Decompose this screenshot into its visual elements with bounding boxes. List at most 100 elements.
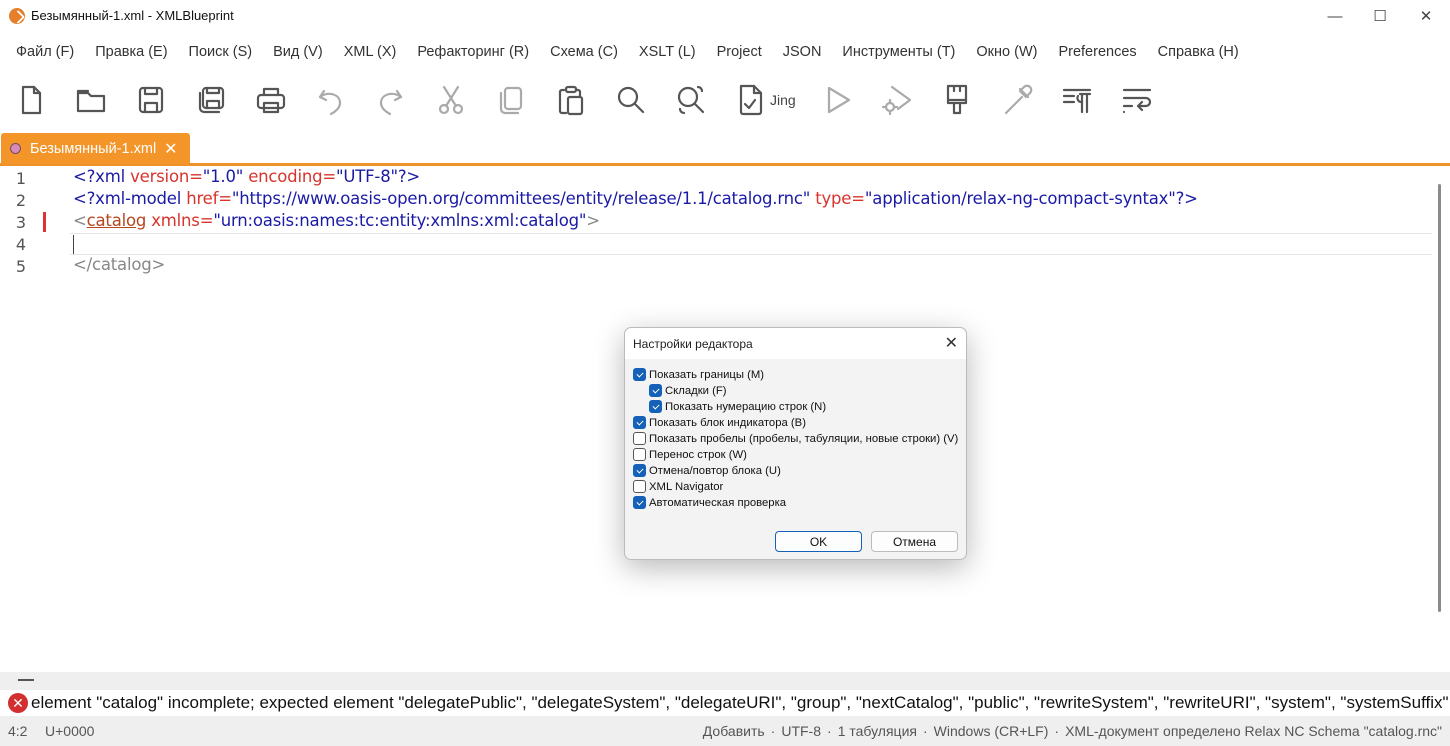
menu-item[interactable]: Рефакторинг (R) <box>409 44 537 60</box>
option-checkbox[interactable]: Показать нумерацию строк (N) <box>649 400 826 413</box>
find-icon[interactable] <box>609 78 653 122</box>
code-line: <catalog xmlns="urn:oasis:names:tc:entit… <box>73 211 600 230</box>
option-checkbox[interactable]: Перенос строк (W) <box>633 448 747 461</box>
menu-item[interactable]: JSON <box>775 44 830 60</box>
menu-item[interactable]: Preferences <box>1050 44 1144 60</box>
menu-item[interactable]: Поиск (S) <box>181 44 261 60</box>
code-token: encoding= <box>248 167 336 186</box>
paste-icon[interactable] <box>549 78 593 122</box>
code-token: xmlns= <box>146 211 214 230</box>
editor-settings-dialog: Настройки редактора ✕ Показать границы (… <box>624 327 967 560</box>
redo-icon[interactable] <box>368 78 412 122</box>
line-number: 5 <box>15 257 27 276</box>
menu-item[interactable]: Окно (W) <box>968 44 1045 60</box>
line-number: 2 <box>15 191 27 210</box>
toolbar <box>0 76 1450 126</box>
open-folder-icon[interactable] <box>69 78 113 122</box>
current-line-highlight <box>70 233 1432 255</box>
validate-icon[interactable] <box>729 78 773 122</box>
close-window-button[interactable]: ✕ <box>1403 2 1449 30</box>
checkbox-icon[interactable] <box>633 496 646 509</box>
checkbox-icon[interactable] <box>649 400 662 413</box>
tab-label: Безымянный-1.xml <box>30 140 157 157</box>
color-picker-icon[interactable] <box>995 78 1039 122</box>
format-brush-icon[interactable] <box>935 78 979 122</box>
option-checkbox[interactable]: Автоматическая проверка <box>633 496 786 509</box>
menu-item[interactable]: Справка (H) <box>1150 44 1247 60</box>
maximize-button[interactable]: ☐ <box>1357 2 1403 30</box>
vertical-scrollbar[interactable] <box>1438 184 1441 612</box>
code-token: type= <box>815 189 865 208</box>
save-all-icon[interactable] <box>189 78 233 122</box>
word-wrap-icon[interactable] <box>1115 78 1159 122</box>
new-file-icon[interactable] <box>9 78 53 122</box>
code-line: <?xml version="1.0" encoding="UTF-8"?> <box>73 167 420 186</box>
code-token: version= <box>130 167 203 186</box>
option-checkbox[interactable]: Отмена/повтор блока (U) <box>633 464 781 477</box>
option-checkbox[interactable]: XML Navigator <box>633 480 723 493</box>
option-checkbox[interactable]: Складки (F) <box>649 384 727 397</box>
checkbox-icon[interactable] <box>649 384 662 397</box>
tab-bar: Безымянный-1.xml ✕ <box>0 132 1450 166</box>
option-checkbox[interactable]: Показать пробелы (пробелы, табуляции, но… <box>633 432 958 445</box>
file-status-icon <box>10 143 21 154</box>
jing-label[interactable]: Jing <box>770 92 796 108</box>
window-title: Безымянный-1.xml - XMLBlueprint <box>31 8 234 23</box>
checkbox-icon[interactable] <box>633 480 646 493</box>
code-token: "urn:oasis:names:tc:entity:xmlns:xml:cat… <box>213 211 587 230</box>
run-settings-icon[interactable] <box>875 78 919 122</box>
ok-button[interactable]: OK <box>775 531 862 552</box>
separator: · <box>1054 723 1060 739</box>
checkbox-icon[interactable] <box>633 432 646 445</box>
checkbox-icon[interactable] <box>633 368 646 381</box>
save-icon[interactable] <box>129 78 173 122</box>
undo-icon[interactable] <box>309 78 353 122</box>
line-endings[interactable]: Windows (CR+LF) <box>934 723 1049 739</box>
code-token: catalog <box>86 211 147 230</box>
checkbox-icon[interactable] <box>633 416 646 429</box>
insert-mode[interactable]: Добавить <box>703 723 765 739</box>
menu-item[interactable]: Project <box>709 44 770 60</box>
menu-item[interactable]: Файл (F) <box>8 44 82 60</box>
app-logo-icon <box>9 8 25 24</box>
option-label: Показать пробелы (пробелы, табуляции, но… <box>649 432 959 445</box>
code-token: < <box>73 211 87 230</box>
menu-item[interactable]: XML (X) <box>336 44 405 60</box>
collapse-panel-icon[interactable] <box>18 679 34 681</box>
code-token: <?xml <box>73 167 131 186</box>
menu-item[interactable]: Правка (E) <box>87 44 175 60</box>
close-tab-icon[interactable]: ✕ <box>164 139 177 159</box>
option-checkbox[interactable]: Показать блок индикатора (B) <box>633 416 806 429</box>
indentation[interactable]: 1 табуляция <box>838 723 917 739</box>
line-number: 4 <box>15 235 27 254</box>
status-bar: 4:2 U+0000 Добавить · UTF-8 · 1 табуляция · Wi… <box>0 716 1450 746</box>
menu-item[interactable]: Схема (C) <box>542 44 626 60</box>
checkbox-icon[interactable] <box>633 448 646 461</box>
cancel-button[interactable]: Отмена <box>871 531 958 552</box>
error-icon: ✕ <box>8 693 28 713</box>
minimize-button[interactable]: — <box>1312 2 1358 30</box>
tab-document[interactable]: Безымянный-1.xml ✕ <box>1 133 190 164</box>
menu-item[interactable]: Вид (V) <box>265 44 331 60</box>
find-replace-icon[interactable] <box>669 78 713 122</box>
cursor-position: 4:2 <box>8 723 28 739</box>
error-message-bar: ✕ element "catalog" incomplete; expected… <box>0 690 1450 716</box>
copy-icon[interactable] <box>489 78 533 122</box>
schema-info[interactable]: XML-документ определено Relax NC Schema … <box>1065 723 1442 739</box>
cut-icon[interactable] <box>429 78 473 122</box>
print-icon[interactable] <box>249 78 293 122</box>
paragraph-icon[interactable] <box>1055 78 1099 122</box>
text-caret <box>73 235 74 254</box>
option-checkbox[interactable]: Показать границы (M) <box>633 368 764 381</box>
run-icon[interactable] <box>815 78 859 122</box>
code-token: <?xml-model <box>73 189 187 208</box>
menu-item[interactable]: Инструменты (T) <box>834 44 963 60</box>
encoding[interactable]: UTF-8 <box>781 723 821 739</box>
checkbox-icon[interactable] <box>633 464 646 477</box>
separator: · <box>770 723 776 739</box>
code-line: </catalog> <box>73 255 165 274</box>
menu-item[interactable]: XSLT (L) <box>631 44 704 60</box>
error-message: element "catalog" incomplete; expected e… <box>31 693 1450 712</box>
option-label: Перенос строк (W) <box>649 448 747 461</box>
dialog-close-button[interactable]: ✕ <box>945 333 958 353</box>
